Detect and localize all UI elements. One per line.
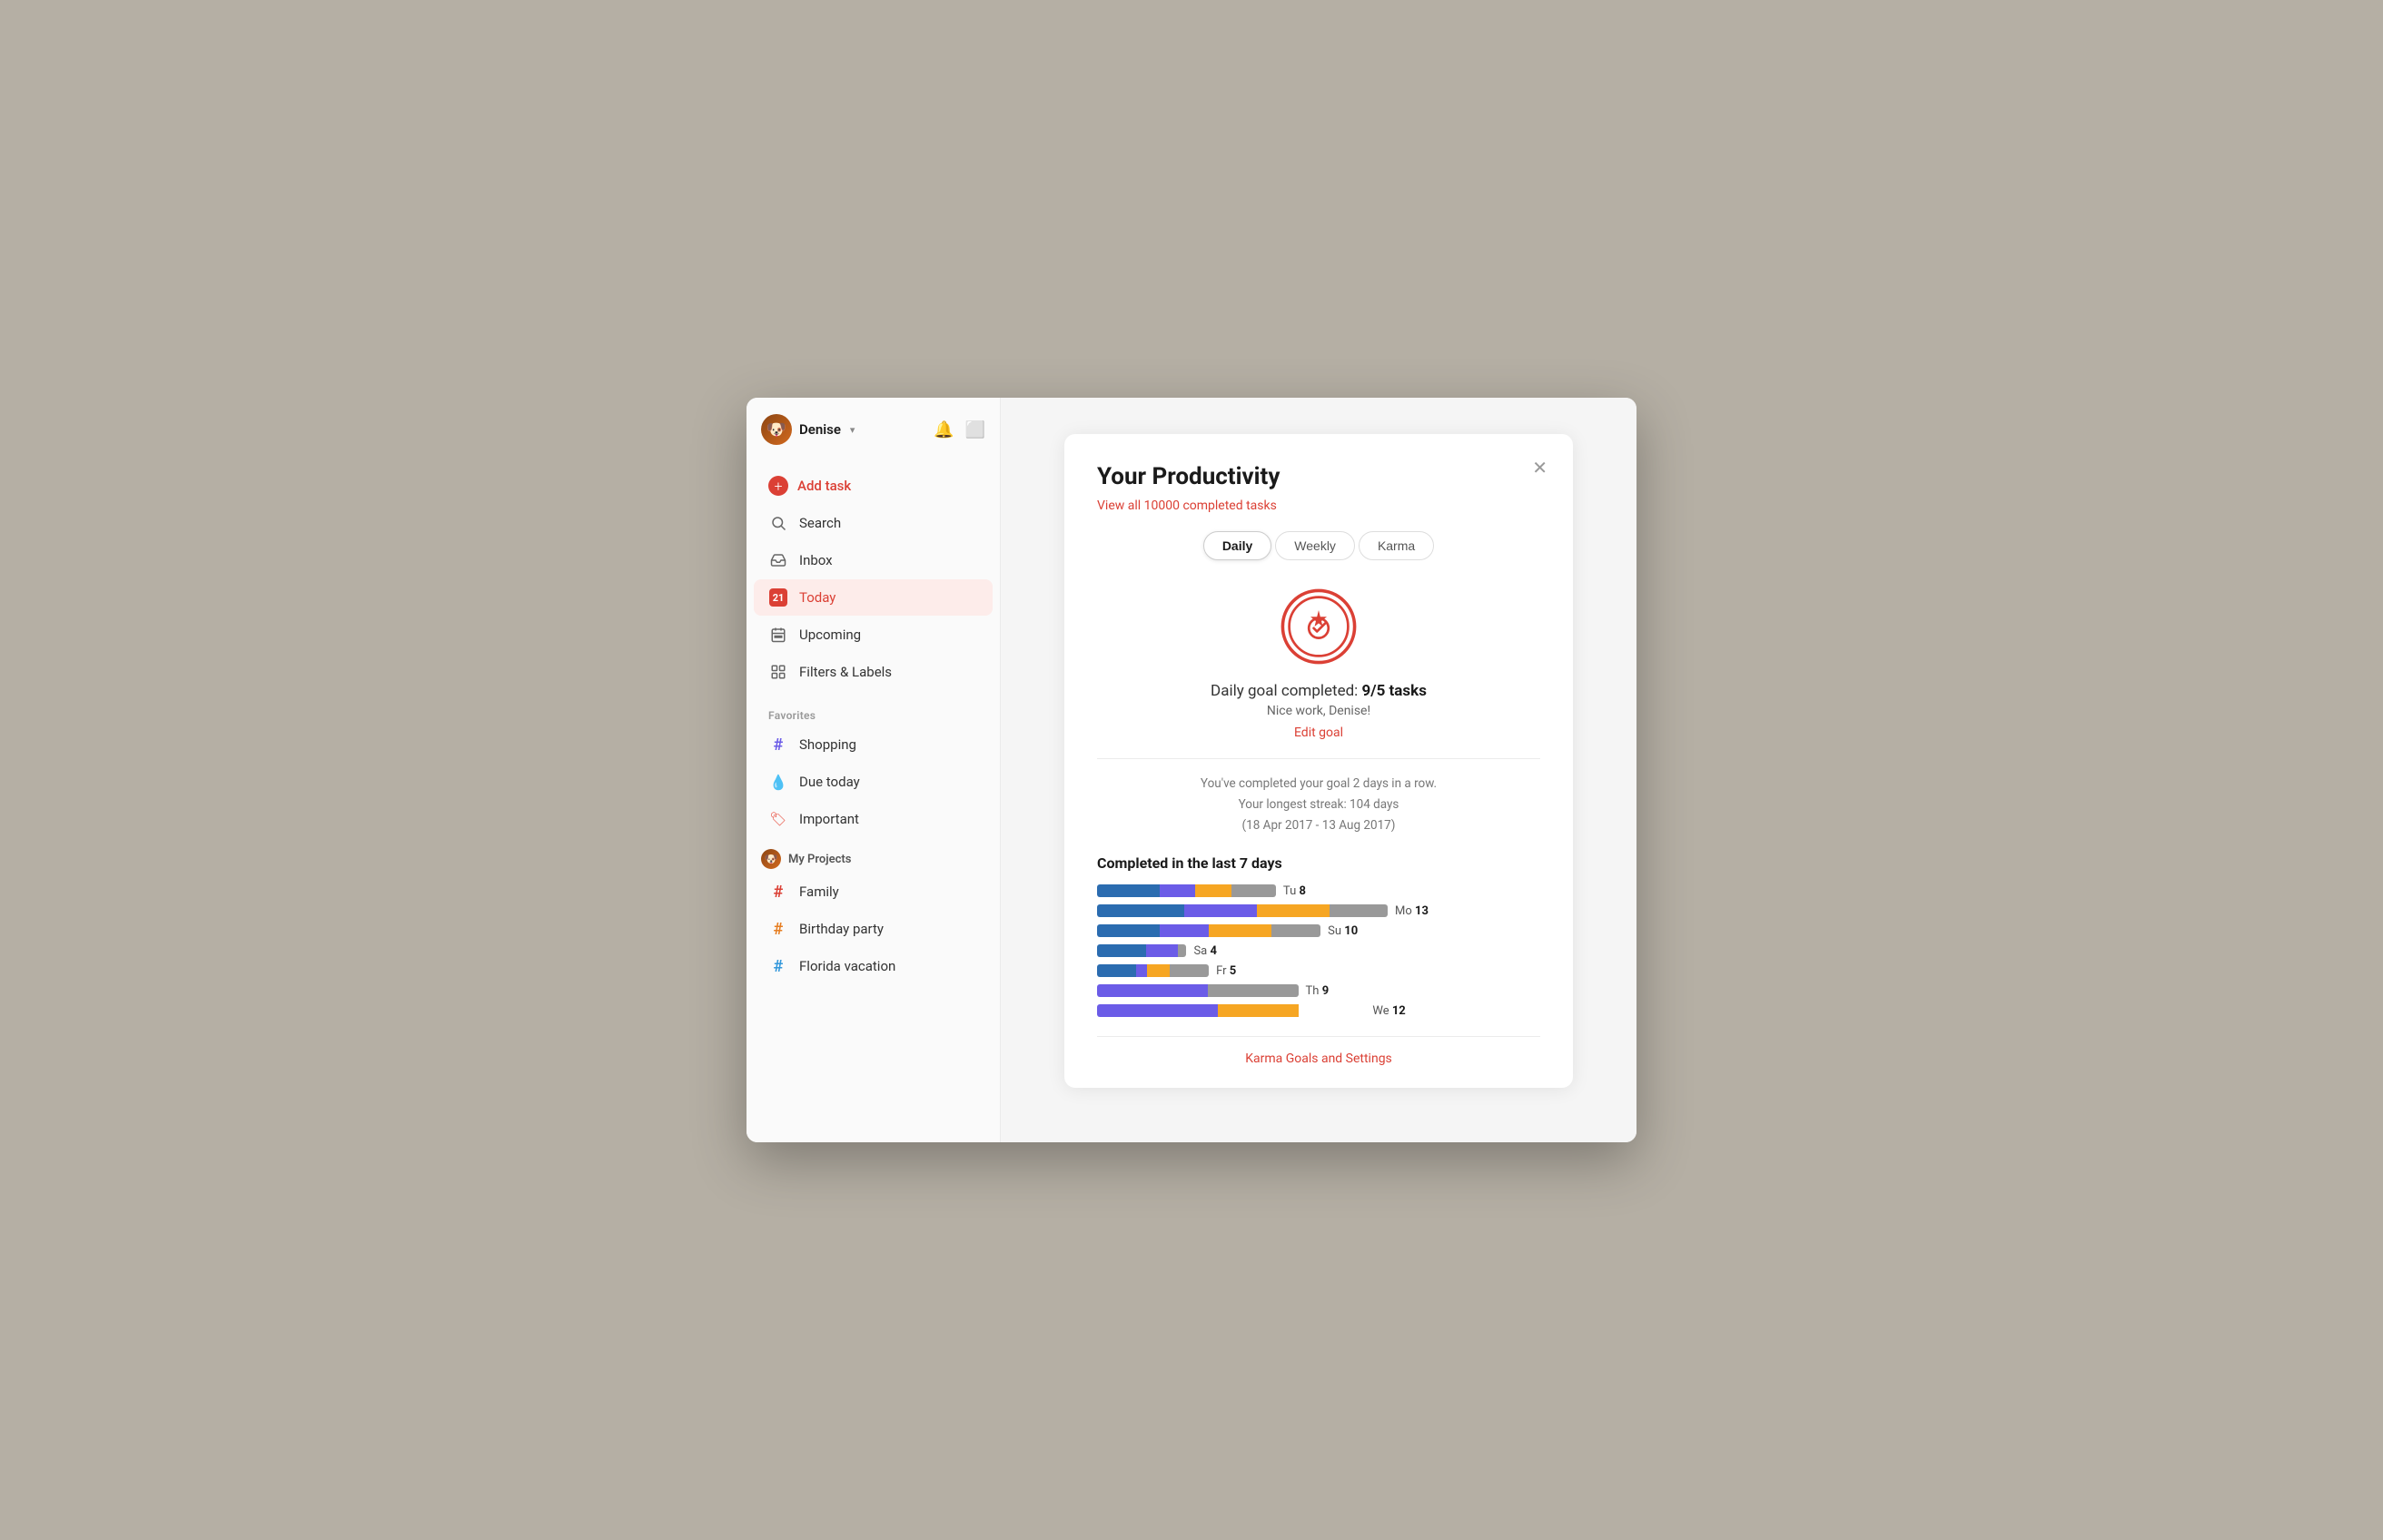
sidebar-item-shopping[interactable]: # Shopping	[754, 726, 993, 763]
favorites-section: Favorites # Shopping 💧 Due today 🏷 Impor…	[747, 698, 1000, 838]
bar-track	[1097, 944, 1186, 957]
edit-goal-link[interactable]: Edit goal	[1097, 726, 1540, 740]
bar-track	[1097, 1004, 1365, 1017]
divider	[1097, 758, 1540, 759]
goal-text-prefix: Daily goal completed:	[1211, 682, 1361, 700]
sidebar-item-family-label: Family	[799, 884, 839, 900]
close-button[interactable]: ✕	[1532, 459, 1547, 478]
bar-label: Mo 13	[1395, 904, 1429, 918]
sidebar-item-important[interactable]: 🏷 Important	[754, 801, 993, 837]
tab-karma[interactable]: Karma	[1359, 531, 1434, 560]
bar-track	[1097, 984, 1299, 997]
sidebar-item-florida-label: Florida vacation	[799, 958, 895, 974]
bar-row: Sa 4	[1097, 944, 1540, 958]
card-title: Your Productivity	[1097, 463, 1540, 490]
sidebar-item-filters[interactable]: Filters & Labels	[754, 654, 993, 690]
streak-line1: You've completed your goal 2 days in a r…	[1097, 774, 1540, 795]
tab-daily[interactable]: Daily	[1203, 531, 1271, 560]
karma-goals-link[interactable]: Karma Goals and Settings	[1097, 1036, 1540, 1066]
inbox-icon	[768, 550, 788, 570]
sidebar-item-inbox[interactable]: Inbox	[754, 542, 993, 578]
medal-container	[1097, 586, 1540, 667]
streak-line2: Your longest streak: 104 days	[1097, 795, 1540, 815]
bell-icon[interactable]: 🔔	[934, 420, 954, 439]
goal-value: 9/5 tasks	[1362, 682, 1427, 700]
bar-label: We 12	[1372, 1004, 1405, 1018]
chevron-down-icon: ▾	[850, 424, 855, 436]
bar-row: Mo 13	[1097, 904, 1540, 918]
medal-icon	[1278, 586, 1360, 667]
sidebar-item-important-label: Important	[799, 811, 859, 827]
bar-row: Fr 5	[1097, 964, 1540, 978]
user-name: Denise	[799, 421, 841, 438]
sidebar-item-today-label: Today	[799, 589, 836, 606]
hash-icon-family: #	[768, 882, 788, 902]
sidebar-item-birthday-label: Birthday party	[799, 921, 884, 937]
productivity-card: Your Productivity View all 10000 complet…	[1064, 434, 1573, 1088]
tab-weekly[interactable]: Weekly	[1275, 531, 1355, 560]
bar-label: Tu 8	[1283, 884, 1306, 898]
bar-row: Su 10	[1097, 924, 1540, 938]
projects-label: My Projects	[788, 853, 851, 866]
calendar-icon	[768, 625, 788, 645]
user-info[interactable]: 🐶 Denise ▾	[761, 414, 855, 445]
sidebar-header: 🐶 Denise ▾ 🔔 ⬜	[747, 398, 1000, 459]
streak-text: You've completed your goal 2 days in a r…	[1097, 774, 1540, 836]
sidebar-item-inbox-label: Inbox	[799, 552, 833, 568]
chart-section: Completed in the last 7 days Tu 8 Mo 13 …	[1097, 854, 1540, 1018]
bar-track	[1097, 904, 1388, 917]
projects-header: 🐶 My Projects	[747, 838, 1000, 873]
add-task-button[interactable]: + Add task	[754, 468, 993, 504]
projects-avatar: 🐶	[761, 849, 781, 869]
goal-text: Daily goal completed: 9/5 tasks	[1097, 682, 1540, 700]
hash-icon-birthday: #	[768, 919, 788, 939]
layout-icon[interactable]: ⬜	[965, 420, 985, 439]
chart-title: Completed in the last 7 days	[1097, 854, 1540, 872]
view-completed-link[interactable]: View all 10000 completed tasks	[1097, 499, 1277, 513]
sidebar-item-search-label: Search	[799, 515, 841, 531]
bar-row: We 12	[1097, 1004, 1540, 1018]
bar-label: Th 9	[1306, 984, 1330, 998]
bar-chart: Tu 8 Mo 13 Su 10 Sa 4 Fr 5 Th	[1097, 884, 1540, 1018]
sidebar-item-search[interactable]: Search	[754, 505, 993, 541]
header-icons: 🔔 ⬜	[934, 420, 985, 439]
avatar: 🐶	[761, 414, 792, 445]
app-window: 🐶 Denise ▾ 🔔 ⬜ + Add task	[747, 398, 1636, 1142]
search-icon	[768, 513, 788, 533]
sidebar-item-shopping-label: Shopping	[799, 736, 856, 753]
flag-icon: 🏷	[768, 809, 788, 829]
sidebar-item-upcoming-label: Upcoming	[799, 627, 861, 643]
today-icon: 21	[768, 587, 788, 607]
bar-track	[1097, 924, 1320, 937]
projects-section: 🐶 My Projects # Family # Birthday party …	[747, 838, 1000, 985]
sidebar-item-florida-vacation[interactable]: # Florida vacation	[754, 948, 993, 984]
sidebar-item-due-today[interactable]: 💧 Due today	[754, 764, 993, 800]
bar-track	[1097, 884, 1276, 897]
bar-label: Fr 5	[1216, 964, 1236, 978]
add-task-label: Add task	[797, 478, 851, 494]
drop-icon: 💧	[768, 772, 788, 792]
sidebar-item-birthday-party[interactable]: # Birthday party	[754, 911, 993, 947]
bar-label: Su 10	[1328, 924, 1358, 938]
bar-track	[1097, 964, 1209, 977]
sidebar: 🐶 Denise ▾ 🔔 ⬜ + Add task	[747, 398, 1001, 1142]
bar-row: Th 9	[1097, 984, 1540, 998]
sidebar-item-upcoming[interactable]: Upcoming	[754, 617, 993, 653]
sidebar-item-today[interactable]: 21 Today	[754, 579, 993, 616]
hash-icon-florida: #	[768, 956, 788, 976]
tabs: Daily Weekly Karma	[1097, 531, 1540, 560]
main-content: Your Productivity View all 10000 complet…	[1001, 398, 1636, 1142]
sidebar-item-due-today-label: Due today	[799, 774, 860, 790]
bar-label: Sa 4	[1193, 944, 1216, 958]
hash-icon-shopping: #	[768, 735, 788, 755]
add-task-circle: +	[768, 476, 788, 496]
nav-section: + Add task Search Inbox	[747, 459, 1000, 698]
bar-row: Tu 8	[1097, 884, 1540, 898]
sidebar-item-family[interactable]: # Family	[754, 874, 993, 910]
favorites-label: Favorites	[747, 698, 1000, 726]
nice-work-text: Nice work, Denise!	[1097, 704, 1540, 718]
grid-icon	[768, 662, 788, 682]
streak-line3: (18 Apr 2017 - 13 Aug 2017)	[1097, 815, 1540, 836]
sidebar-item-filters-label: Filters & Labels	[799, 664, 892, 680]
